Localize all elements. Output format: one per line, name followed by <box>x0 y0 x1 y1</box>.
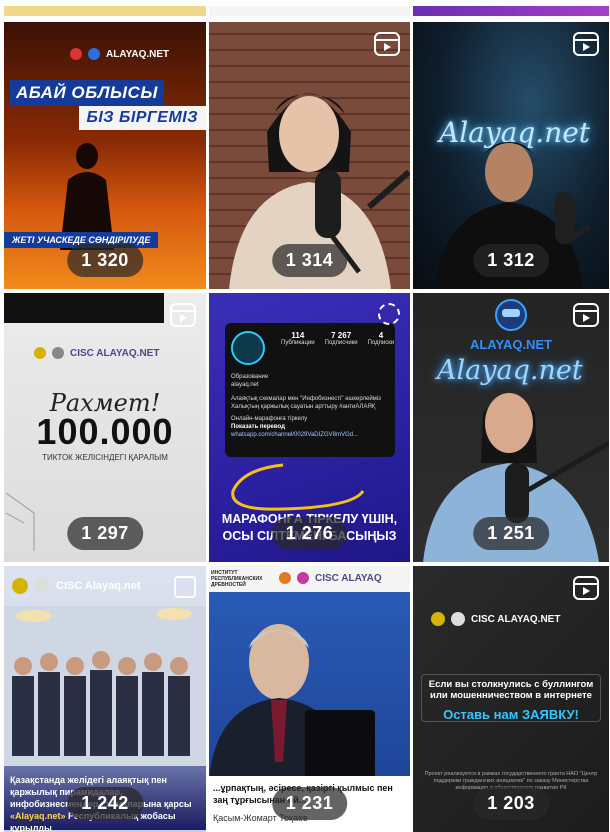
view-count: 1 314 <box>271 244 348 277</box>
org-logo-icon <box>297 572 309 584</box>
view-count: 1 242 <box>67 787 143 820</box>
post-subtitle: БІЗ БІРГЕМІЗ <box>78 106 206 130</box>
post-logos: CISC Alayaq.net <box>12 578 141 594</box>
carousel-icon <box>174 576 196 598</box>
view-count: 1 312 <box>473 244 549 277</box>
cisc-logo-icon <box>34 578 50 594</box>
post-tile[interactable]: CISC ALAYAQ.NET Если вы столкнулись с бу… <box>413 566 609 832</box>
cisc-logo-icon <box>279 572 291 584</box>
post-logos: CISC ALAYAQ <box>279 572 382 584</box>
emblem-icon <box>12 578 28 594</box>
reel-icon <box>573 32 599 56</box>
previous-row-edge <box>413 6 609 16</box>
group-photo <box>4 606 206 766</box>
speaker-photo <box>209 624 375 778</box>
post-caption: ТИКТОК ЖЕЛІСІНДЕГІ ҚАРАЛЫМ <box>42 453 168 462</box>
view-count: 1 231 <box>271 787 348 820</box>
post-title: АБАЙ ОБЛЫСЫ <box>10 80 164 106</box>
institute-name: ИНСТИТУТ РЕСПУБЛИКАНСКИХ ДРЕВНОСТЕЙ <box>211 570 263 588</box>
post-tile[interactable]: CISC ALAYAQ.NET Рахмет! 100.000 ТИКТОК Ж… <box>4 293 206 562</box>
post-tile[interactable]: Alayaq.net 1 312 <box>413 22 609 289</box>
post-tile[interactable]: ALAYAQ.NET Alayaq.net 1 251 <box>413 293 609 562</box>
reel-icon <box>170 303 196 327</box>
cisc-logo-icon <box>52 347 64 359</box>
view-count: 1 320 <box>67 244 143 277</box>
view-count: 1 297 <box>67 517 143 550</box>
decor-lines <box>5 492 35 551</box>
carousel-icon <box>378 303 400 325</box>
post-tile[interactable]: ALAYAQ.NET АБАЙ ОБЛЫСЫ БІЗ БІРГЕМІЗ ЖЕТІ… <box>4 22 206 289</box>
reel-icon <box>573 576 599 600</box>
emblem-icon <box>431 612 445 626</box>
cisc-logo-icon <box>451 612 465 626</box>
post-message: Если вы столкнулись с буллингом или моше… <box>421 674 601 722</box>
post-tile[interactable]: ИНСТИТУТ РЕСПУБЛИКАНСКИХ ДРЕВНОСТЕЙ CISC… <box>209 566 410 832</box>
view-count: 1 276 <box>271 517 348 550</box>
post-tile[interactable]: CISC Alayaq.net Қазақстанда желідегі ала… <box>4 566 206 832</box>
alayaq-logo-icon <box>88 48 100 60</box>
post-logos: CISC ALAYAQ.NET <box>34 347 159 359</box>
post-tile[interactable]: 114 Публикации 7 267 Подписчики 4 Подписки … <box>209 293 410 562</box>
reel-icon <box>573 303 599 327</box>
post-grid: ALAYAQ.NET АБАЙ ОБЛЫСЫ БІЗ БІРГЕМІЗ ЖЕТІ… <box>0 0 610 832</box>
reel-icon <box>374 32 400 56</box>
emblem-icon <box>34 347 46 359</box>
previous-row-edge <box>209 6 410 16</box>
view-count: 1 251 <box>473 517 549 550</box>
post-cta: Оставь нам ЗАЯВКУ! <box>443 707 579 722</box>
post-logos: ALAYAQ.NET <box>70 48 169 60</box>
post-tile[interactable]: 1 314 <box>209 22 410 289</box>
profile-avatar <box>231 331 265 365</box>
view-count: 1 203 <box>473 787 549 820</box>
post-logos: CISC ALAYAQ.NET <box>431 612 560 626</box>
previous-row-edge <box>4 6 206 16</box>
profile-screenshot: 114 Публикации 7 267 Подписчики 4 Подписки … <box>225 323 395 457</box>
post-number: 100.000 <box>36 411 174 452</box>
org-logo-icon <box>70 48 82 60</box>
